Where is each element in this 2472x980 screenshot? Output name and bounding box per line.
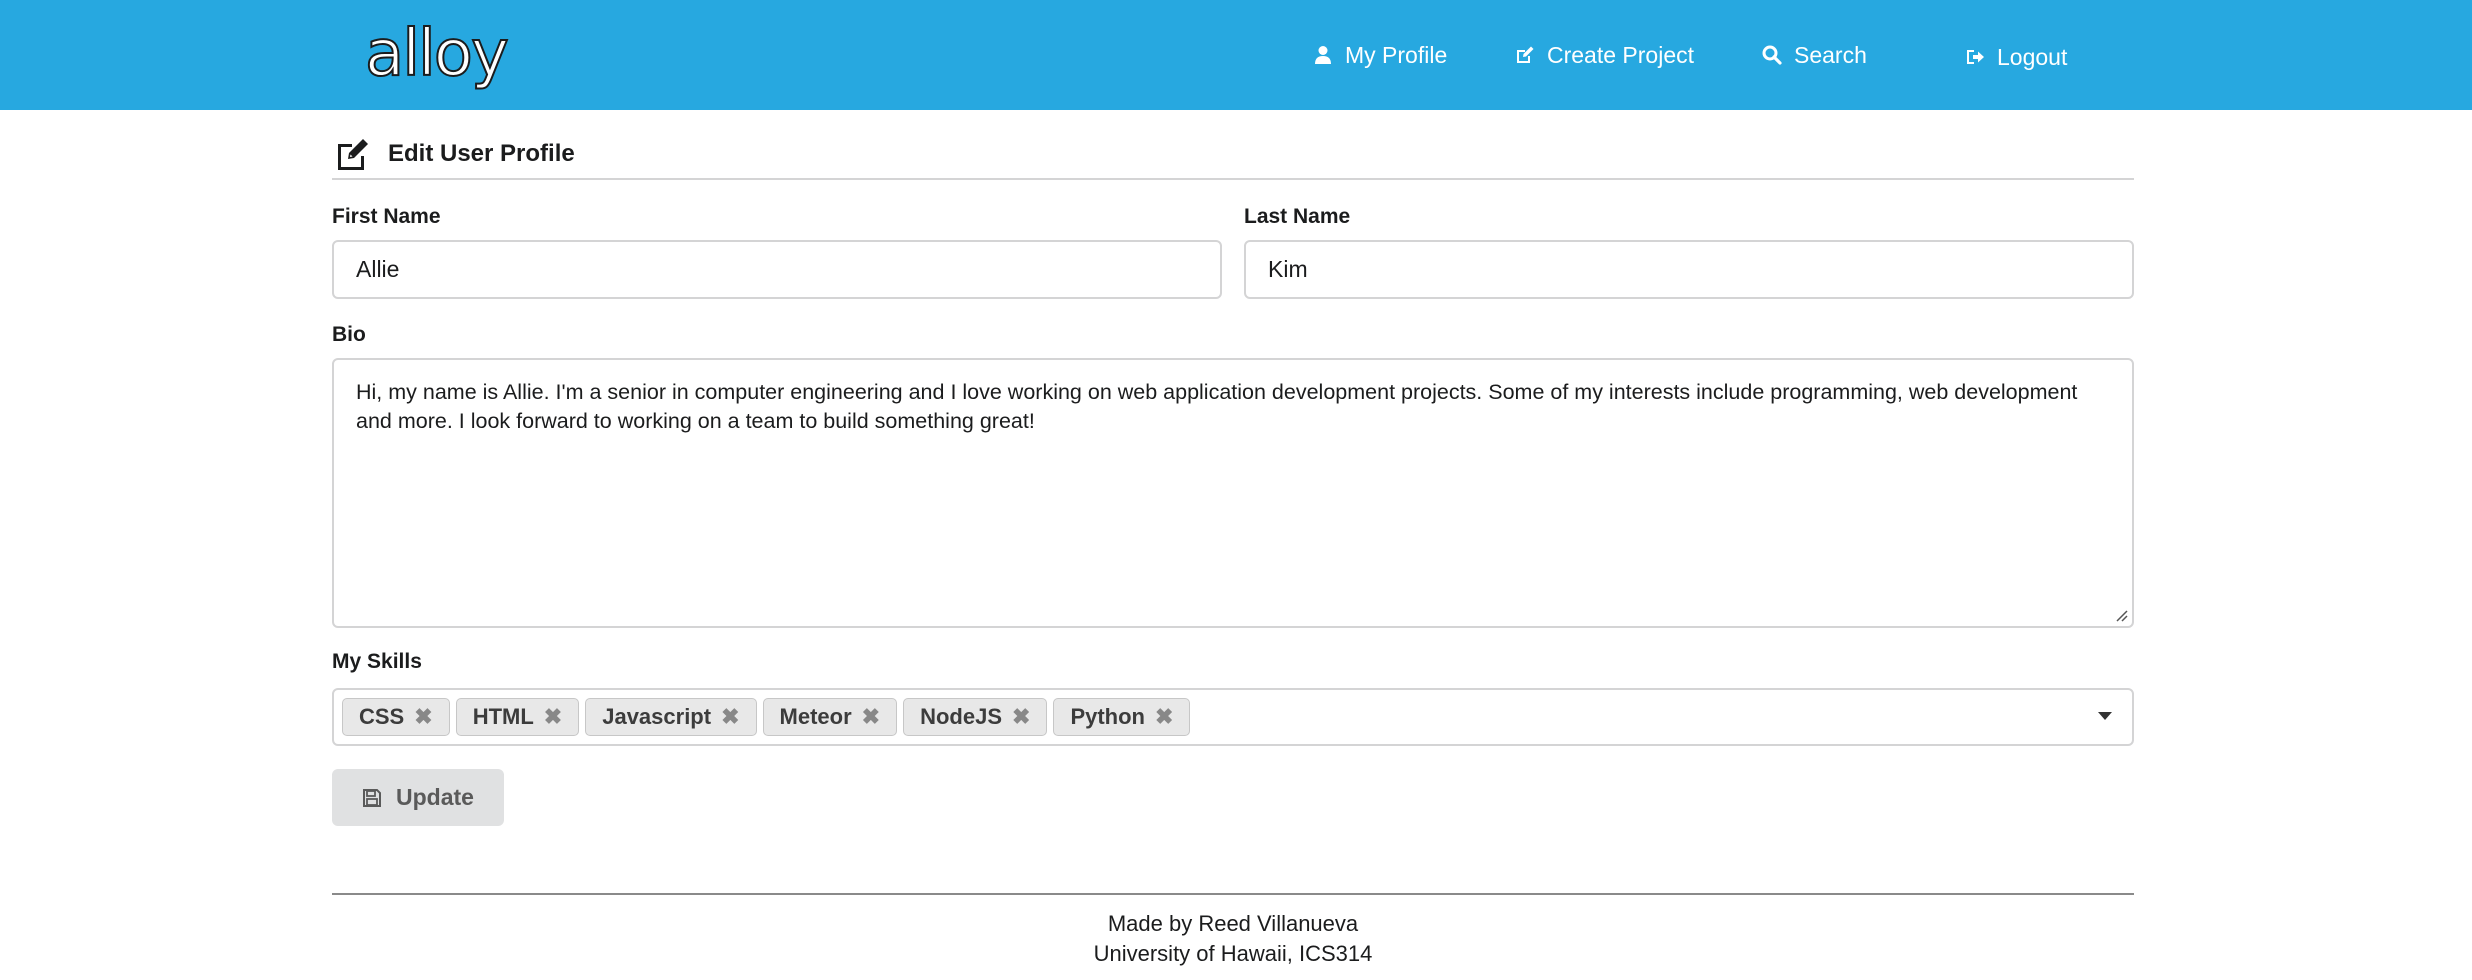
nav-my-profile-label: My Profile — [1345, 41, 1448, 68]
page-title: Edit User Profile — [388, 140, 575, 167]
last-name-field[interactable] — [1244, 240, 2134, 299]
bio-text: Hi, my name is Allie. I'm a senior in co… — [356, 380, 2078, 433]
save-icon — [363, 788, 382, 807]
nav-search-label: Search — [1794, 41, 1867, 68]
skill-chip-meteor: Meteor ✖ — [762, 698, 898, 736]
remove-icon[interactable]: ✖ — [414, 706, 432, 728]
skill-chip-label: Javascript — [602, 704, 712, 729]
last-name-label: Last Name — [1244, 205, 1351, 228]
bio-textarea[interactable]: Hi, my name is Allie. I'm a senior in co… — [332, 358, 2134, 628]
skill-chip-css: CSS ✖ — [342, 698, 450, 736]
remove-icon[interactable]: ✖ — [862, 706, 880, 728]
user-icon — [1315, 46, 1331, 64]
skill-chip-html: HTML ✖ — [455, 698, 580, 736]
skills-multiselect[interactable]: CSS ✖ HTML ✖ Javascript ✖ Meteor ✖ NodeJ… — [332, 688, 2134, 746]
skill-chip-label: HTML — [472, 704, 534, 729]
skill-chip-javascript: Javascript ✖ — [585, 698, 757, 736]
search-icon — [1762, 45, 1782, 65]
edit-icon — [338, 139, 368, 170]
nav-create-project[interactable]: Create Project — [1515, 30, 1694, 80]
alloy-logo[interactable]: alloy — [364, 14, 510, 94]
page-header: Edit User Profile — [332, 130, 2134, 180]
skill-chip-label: Meteor — [779, 704, 852, 729]
skill-chip-label: CSS — [359, 704, 405, 729]
dropdown-caret-icon[interactable] — [2098, 712, 2112, 720]
nav-my-profile[interactable]: My Profile — [1313, 30, 1447, 80]
skill-chip-label: Python — [1070, 704, 1145, 729]
sign-out-icon — [1967, 50, 1984, 64]
nav-logout-label: Logout — [1997, 43, 2068, 70]
remove-icon[interactable]: ✖ — [1155, 706, 1173, 728]
edit-icon — [1517, 46, 1534, 63]
skills-label: My Skills — [332, 650, 422, 673]
remove-icon[interactable]: ✖ — [721, 706, 739, 728]
nav-logout[interactable]: Logout — [1965, 32, 2067, 82]
bio-label: Bio — [332, 323, 366, 346]
remove-icon[interactable]: ✖ — [544, 706, 562, 728]
skill-chip-nodejs: NodeJS ✖ — [903, 698, 1048, 736]
first-name-field[interactable] — [332, 240, 1222, 299]
footer-affiliation: University of Hawaii, ICS314 — [1093, 941, 1373, 966]
footer-credit: Made by Reed Villanueva — [1107, 911, 1359, 936]
nav-search[interactable]: Search — [1762, 30, 1867, 80]
nav-create-project-label: Create Project — [1547, 41, 1695, 68]
resize-handle-icon[interactable] — [2114, 608, 2128, 622]
skill-chip-label: NodeJS — [920, 704, 1002, 729]
remove-icon[interactable]: ✖ — [1012, 706, 1030, 728]
first-name-label: First Name — [332, 205, 441, 228]
update-button[interactable]: Update — [332, 769, 504, 826]
update-button-label: Update — [396, 784, 474, 810]
footer-divider — [332, 893, 2134, 895]
top-nav-bar: alloy My Profile Create Project Search L… — [0, 0, 2472, 110]
skill-chip-python: Python ✖ — [1053, 698, 1191, 736]
